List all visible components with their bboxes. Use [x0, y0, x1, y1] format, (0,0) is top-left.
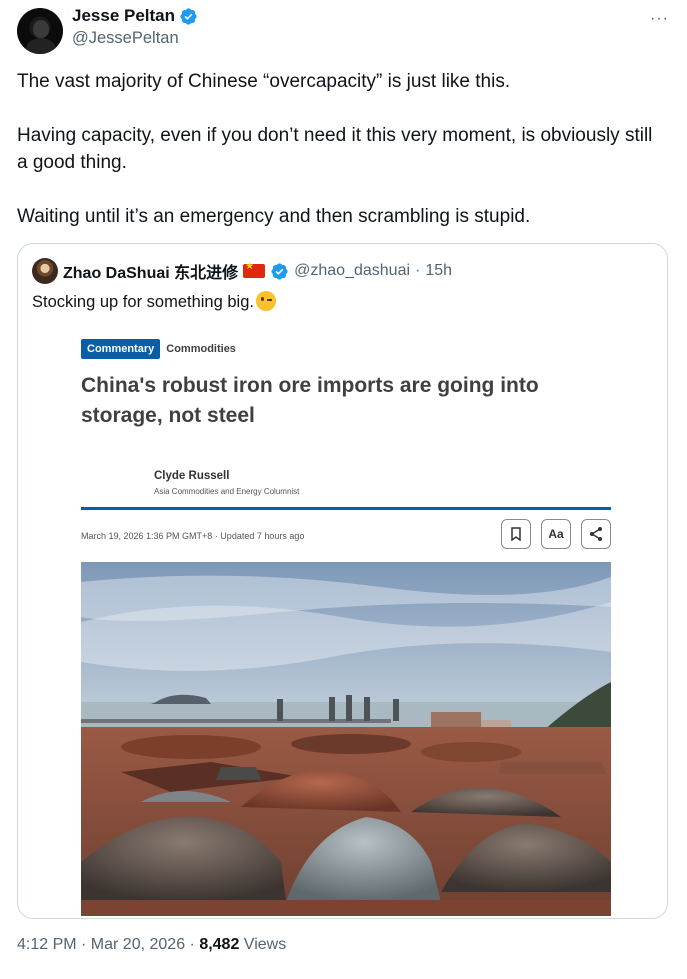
bookmark-icon: [501, 519, 531, 549]
tweet-timestamp[interactable]: 4:12 PM · Mar 20, 2026 ·: [17, 936, 199, 953]
tweet-paragraph: The vast majority of Chinese “overcapaci…: [17, 71, 511, 92]
tweet-footer: 4:12 PM · Mar 20, 2026 · 8,482 Views: [17, 936, 286, 954]
quoted-tweet[interactable]: Zhao DaShuai 东北进修 @zhao_dashuai · 15h St…: [17, 243, 668, 919]
quote-separator: ·: [415, 262, 421, 279]
tweet-text: The vast majority of Chinese “overcapaci…: [17, 68, 667, 257]
byline: Clyde Russell Asia Commodities and Energ…: [154, 470, 299, 496]
more-options-icon[interactable]: ···: [650, 10, 669, 28]
iron-ore-port-photo: [81, 562, 611, 916]
tag-commentary: Commentary: [81, 339, 161, 359]
china-flag-icon: [243, 261, 266, 278]
verified-badge-icon: [180, 7, 197, 25]
views-count: 8,482: [199, 936, 240, 953]
byline-name: Clyde Russell: [154, 470, 230, 482]
winking-face-icon: [255, 291, 276, 311]
tag-commodities: Commodities: [166, 343, 236, 355]
tweet-header: Jesse Peltan @JessePeltan ···: [17, 4, 673, 54]
article-dateline: March 19, 2026 1:36 PM GMT+8 · Updated 7…: [81, 531, 305, 541]
quote-time: 15h: [425, 262, 453, 279]
author-avatar[interactable]: [17, 8, 63, 54]
quote-text: Stocking up for something big.: [32, 293, 254, 311]
quote-avatar: [32, 258, 58, 284]
author-handle[interactable]: @JessePeltan: [72, 29, 179, 48]
article-tags: Commentary Commodities: [81, 339, 611, 359]
tweet-paragraph: Waiting until it’s an emergency and then…: [17, 206, 531, 227]
author-name-row[interactable]: Jesse Peltan: [72, 6, 198, 26]
divider: [81, 507, 611, 510]
author-name[interactable]: Jesse Peltan: [72, 6, 175, 26]
byline-role: Asia Commodities and Energy Columnist: [154, 487, 300, 496]
verified-badge-icon: [271, 262, 288, 280]
font-size-icon: Aa: [541, 519, 571, 549]
quote-header: Zhao DaShuai 东北进修 @zhao_dashuai · 15h: [32, 258, 452, 284]
article-tools: Aa: [501, 519, 611, 549]
share-icon: [581, 519, 611, 549]
quote-author-name: Zhao DaShuai 东北进修: [63, 265, 239, 282]
quote-handle: @zhao_dashuai: [294, 262, 411, 279]
tweet-paragraph: Having capacity, even if you don’t need …: [17, 125, 653, 173]
article-screenshot: Commentary Commodities China's robust ir…: [81, 339, 611, 549]
views-label: Views: [239, 936, 287, 953]
quote-text-row: Stocking up for something big.: [32, 291, 276, 312]
article-headline: China's robust iron ore imports are goin…: [81, 374, 539, 427]
